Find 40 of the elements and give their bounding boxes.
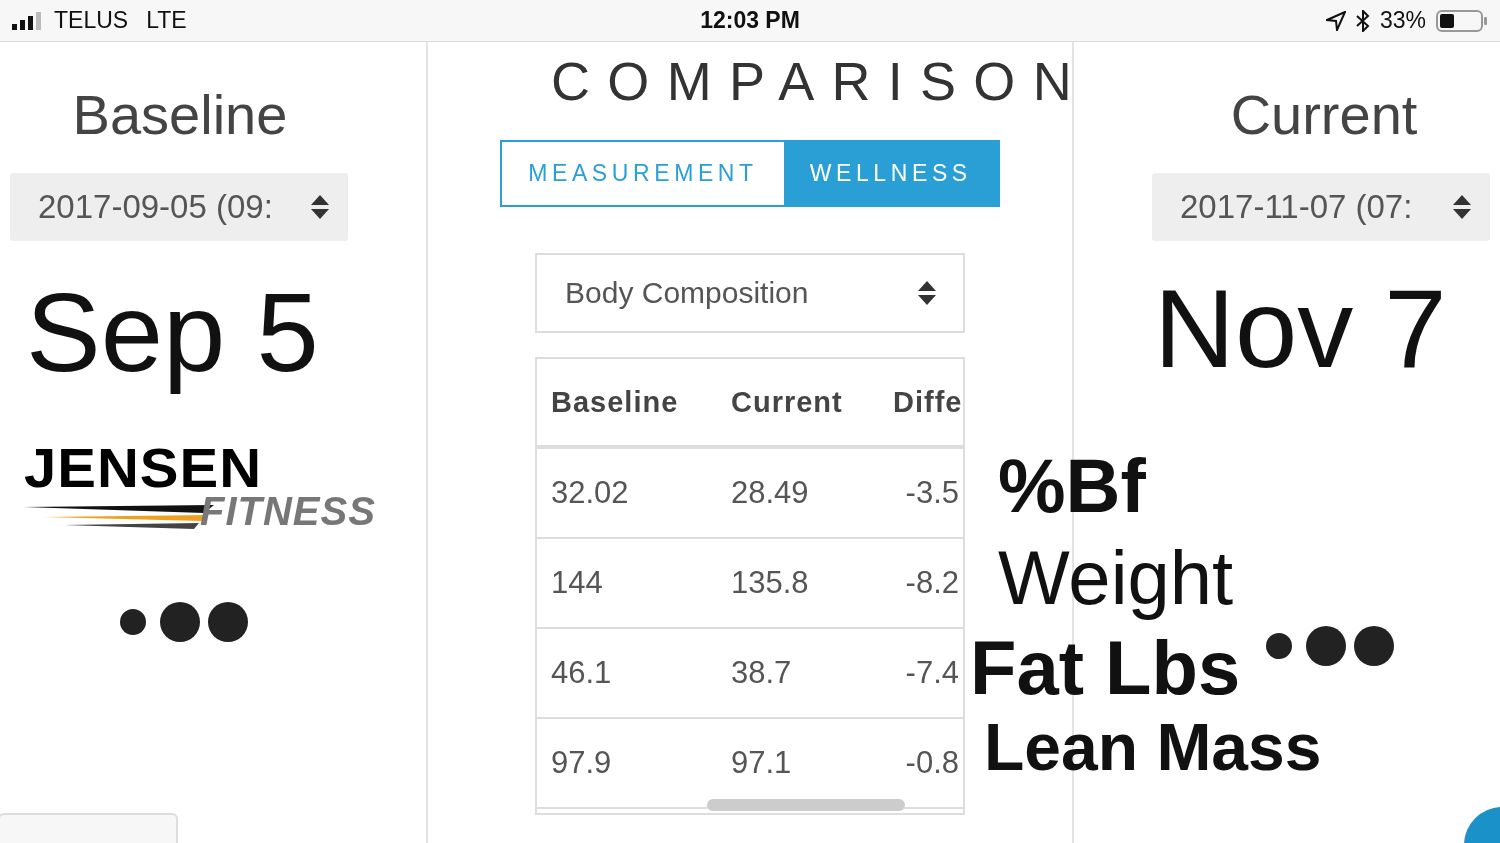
signal-icon (12, 11, 44, 30)
bluetooth-icon (1355, 9, 1370, 32)
date-label: Nov 7 (1154, 266, 1447, 391)
table-cell-text: 28.49 (731, 475, 810, 511)
column-header: Baseline (551, 385, 680, 419)
table-cell-text: 38.7 (731, 655, 793, 691)
category-select[interactable]: Body Composition (535, 253, 965, 333)
network-type: LTE (146, 7, 187, 34)
sort-arrows-icon (310, 194, 330, 220)
column-header: Current (731, 385, 844, 419)
table-cell-text: 46.1 (551, 655, 613, 691)
table-cell: -8.2 (905, 565, 959, 601)
column-title: Baseline (71, 82, 289, 147)
column-title: Current (1229, 82, 1419, 147)
table-cell-text: 135.8 (731, 565, 810, 601)
overlay-label: Lean Mass (984, 714, 1322, 780)
page-title: COMPARISON (551, 50, 1089, 112)
dots-icon (120, 601, 250, 644)
column-header: Diffe (893, 385, 964, 419)
scrollbar[interactable] (707, 799, 905, 811)
overlay-label: %Bf (998, 448, 1146, 524)
overlay-label: Fat Lbs (970, 630, 1241, 706)
date-select[interactable]: 2017-11-07 (07: (1152, 173, 1490, 241)
location-arrow-icon (1325, 10, 1346, 31)
table-cell-text: 97.1 (731, 745, 793, 781)
table-cell-text: 97.9 (551, 745, 613, 781)
table-cell-text: 144 (551, 565, 604, 601)
carrier-name: TELUS (54, 7, 129, 34)
battery-percent: 33% (1379, 7, 1426, 34)
sort-arrows-icon (917, 280, 937, 306)
table-cell: -0.8 (905, 745, 959, 781)
date-select[interactable]: 2017-09-05 (09: (10, 173, 348, 241)
dots-icon (1266, 625, 1396, 667)
sort-arrows-icon (1452, 194, 1472, 220)
table-cell: -7.4 (905, 655, 959, 691)
clock-time: 12:03 PM (700, 7, 800, 34)
battery-icon (1436, 9, 1488, 32)
date-label: Sep 5 (26, 270, 319, 395)
table-cell-text: 32.02 (551, 475, 630, 511)
table-cell: -3.5 (905, 475, 959, 511)
